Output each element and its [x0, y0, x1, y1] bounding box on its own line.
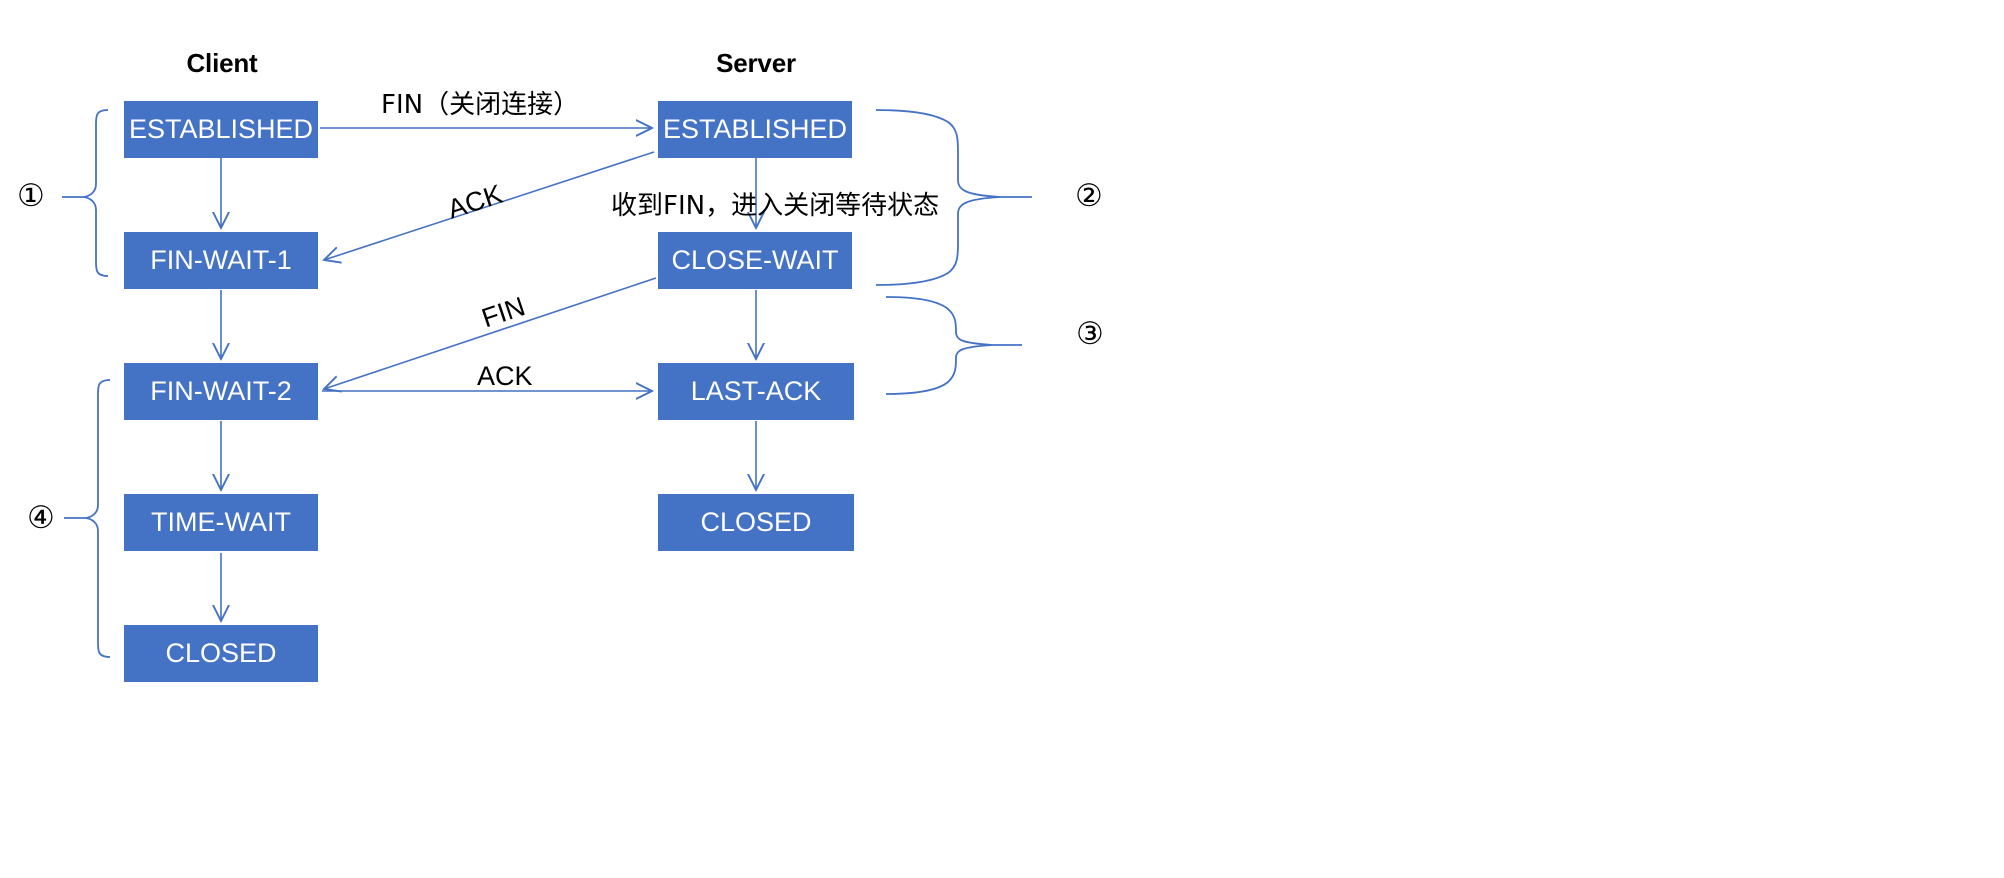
message-label-fin-2: FIN	[478, 291, 529, 334]
state-box-server-close-wait[interactable]: CLOSE-WAIT	[658, 232, 852, 289]
state-label: FIN-WAIT-1	[150, 245, 292, 275]
state-box-client-fin-wait-1[interactable]: FIN-WAIT-1	[124, 232, 318, 289]
step-marker-2: ②	[1075, 178, 1103, 214]
state-box-server-last-ack[interactable]: LAST-ACK	[658, 363, 854, 420]
brace-step-3	[885, 296, 993, 395]
state-box-server-closed[interactable]: CLOSED	[658, 494, 854, 551]
message-label-fin-close: FIN（关闭连接）	[381, 90, 580, 120]
state-label: CLOSED	[700, 507, 812, 537]
state-label: CLOSE-WAIT	[671, 245, 839, 275]
message-label-ack-1: ACK	[444, 178, 507, 225]
annotation-close-wait: 收到FIN，进入关闭等待状态	[611, 191, 940, 221]
state-label: LAST-ACK	[690, 376, 822, 406]
state-label: ESTABLISHED	[128, 114, 314, 144]
brace-step-4	[85, 379, 111, 658]
state-label: FIN-WAIT-2	[150, 376, 292, 406]
step-marker-4: ④	[27, 500, 55, 536]
state-box-client-time-wait[interactable]: TIME-WAIT	[124, 494, 318, 551]
message-label-ack-2: ACK	[477, 361, 533, 391]
state-label: ESTABLISHED	[662, 114, 848, 144]
state-box-client-fin-wait-2[interactable]: FIN-WAIT-2	[124, 363, 318, 420]
state-box-server-established[interactable]: ESTABLISHED	[658, 101, 852, 158]
state-box-client-established[interactable]: ESTABLISHED	[124, 101, 318, 158]
state-label: CLOSED	[165, 638, 277, 668]
step-marker-3: ③	[1076, 316, 1104, 352]
state-box-client-closed[interactable]: CLOSED	[124, 625, 318, 682]
column-header-client: Client	[186, 48, 258, 78]
brace-step-1	[83, 109, 109, 277]
diagram-canvas: Client Server ESTABLISHED FIN-WAIT-1 FIN…	[0, 0, 2004, 878]
state-label: TIME-WAIT	[151, 507, 291, 537]
step-marker-1: ①	[17, 178, 45, 214]
column-header-server: Server	[716, 48, 796, 78]
